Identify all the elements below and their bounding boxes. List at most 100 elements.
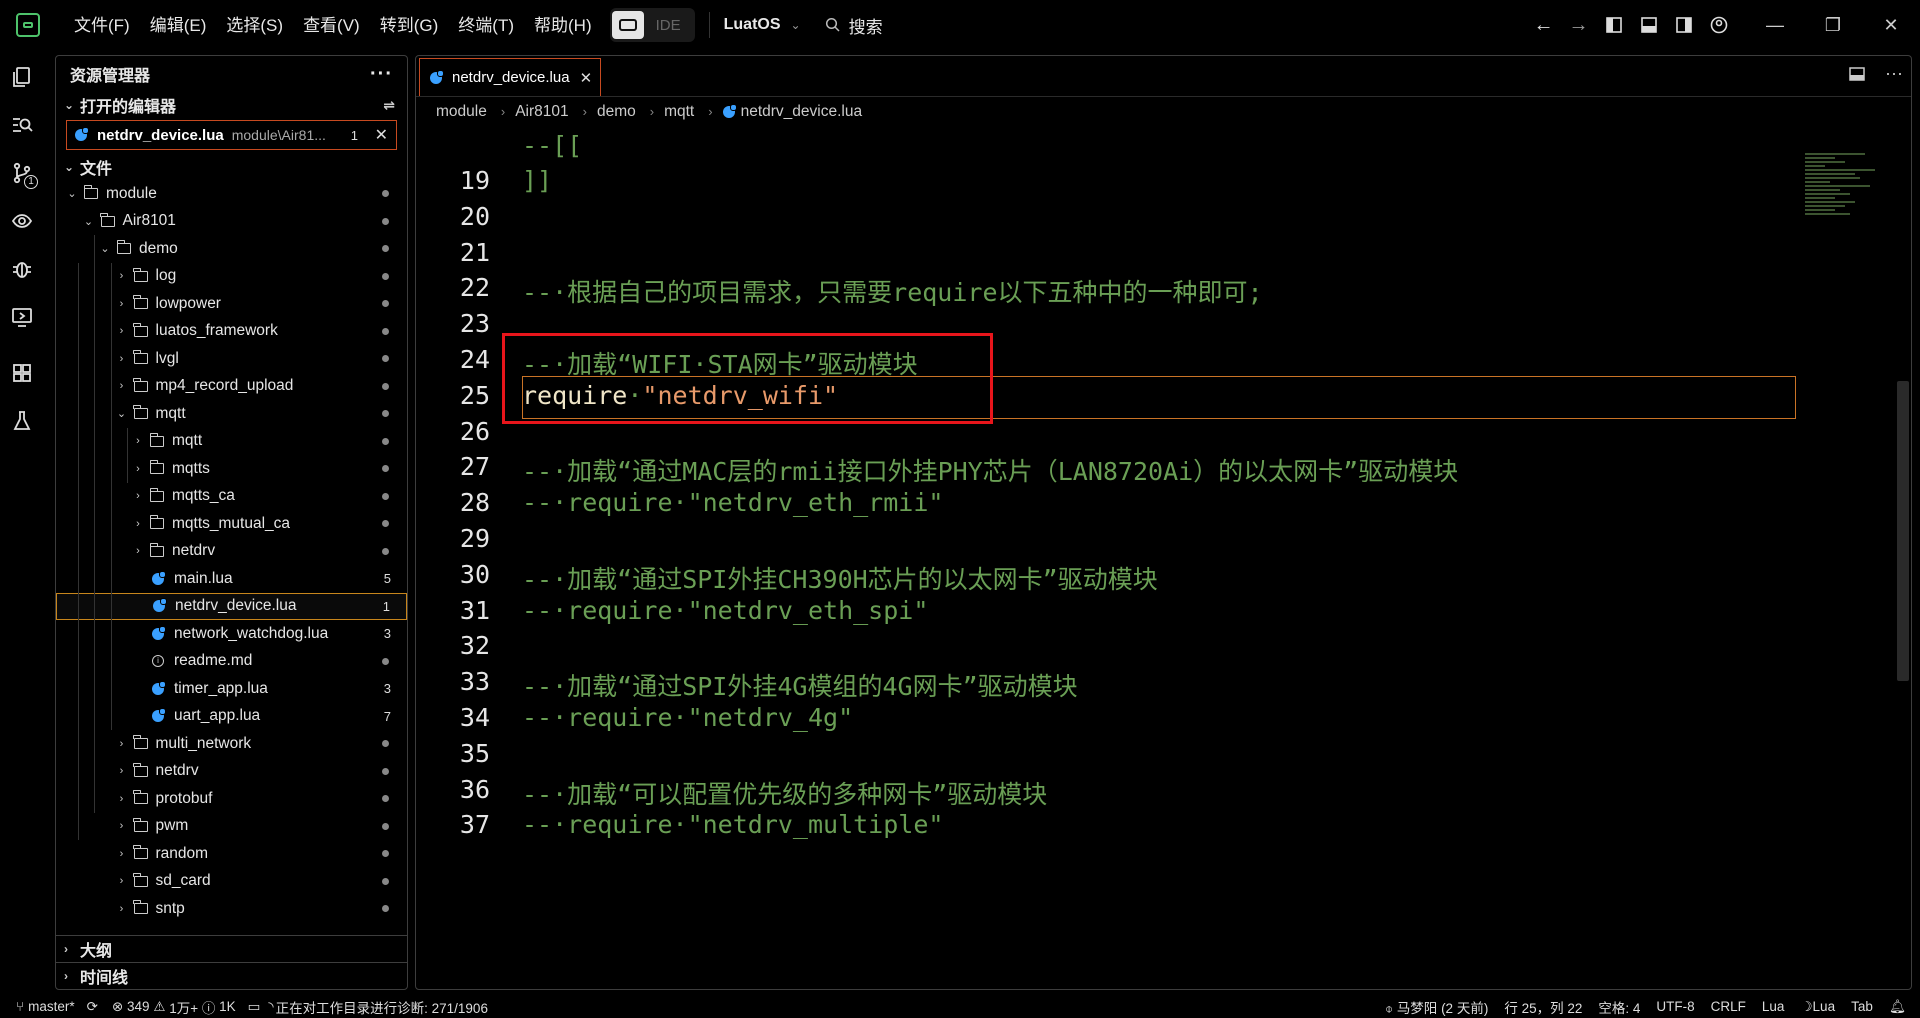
lua-server-item[interactable]: ☽Lua bbox=[1800, 999, 1835, 1015]
toggle-icon[interactable]: ⇌ bbox=[383, 97, 395, 114]
line-number: 20 bbox=[459, 201, 490, 231]
tree-folder[interactable]: ⌄ mqtt bbox=[56, 400, 407, 428]
tree-folder[interactable]: › log bbox=[56, 263, 407, 291]
tree-file[interactable]: timer_app.lua 3 bbox=[56, 675, 407, 703]
toggle-sidebar-icon[interactable] bbox=[1596, 0, 1631, 50]
lua-server-label: Lua bbox=[1812, 998, 1836, 1014]
outline-section[interactable]: › 大纲 bbox=[56, 935, 407, 962]
code-area[interactable]: --[[ 19]] 20 21 22 --·根据自己的项目需求，只需要require以下… bbox=[416, 131, 1796, 989]
folder-icon bbox=[133, 735, 148, 750]
breadcrumb-item[interactable]: Air8101 bbox=[515, 103, 568, 121]
remote-icon[interactable] bbox=[0, 293, 44, 341]
tree-folder[interactable]: › lvgl bbox=[56, 345, 407, 373]
tab-netdrv-device[interactable]: netdrv_device.lua ✕ bbox=[419, 58, 602, 96]
tree-folder[interactable]: › protobuf bbox=[56, 785, 407, 813]
problems-item[interactable]: ⊗ 349 ⚠ 1万+ ⓘ 1K bbox=[112, 997, 236, 1017]
tree-folder[interactable]: › lowpower bbox=[56, 290, 407, 318]
explorer-icon[interactable] bbox=[0, 53, 44, 101]
testing-icon[interactable] bbox=[0, 397, 44, 445]
tree-folder[interactable]: ⌄ demo bbox=[56, 235, 407, 263]
minimap[interactable] bbox=[1805, 151, 1895, 271]
menu-item[interactable]: 帮助(H) bbox=[524, 0, 602, 50]
product-selector[interactable]: LuatOS ⌄ bbox=[724, 16, 801, 34]
search-box[interactable]: 搜索 bbox=[825, 13, 883, 38]
minimize-icon[interactable]: — bbox=[1746, 0, 1804, 50]
breadcrumb-item[interactable]: mqtt bbox=[664, 103, 694, 121]
account-icon[interactable] bbox=[1701, 0, 1736, 50]
tree-folder[interactable]: › mp4_record_upload bbox=[56, 373, 407, 401]
cursor-position[interactable]: 行 25，列 22 bbox=[1504, 997, 1582, 1017]
diagnostics-item[interactable]: ▭ ◝ 正在对工作目录进行诊断: 271/1906 bbox=[248, 997, 488, 1017]
tree-folder[interactable]: › multi_network bbox=[56, 730, 407, 758]
source-control-icon[interactable]: 1 bbox=[0, 149, 44, 197]
ide-mode-icon[interactable] bbox=[611, 11, 644, 39]
tree-folder[interactable]: › pwm bbox=[56, 813, 407, 841]
files-section[interactable]: ⌄ 文件 bbox=[56, 154, 407, 180]
extensions-icon[interactable] bbox=[0, 349, 44, 397]
eye-icon[interactable] bbox=[0, 197, 44, 245]
close-icon[interactable]: ✕ bbox=[375, 125, 388, 145]
tree-folder[interactable]: › netdrv bbox=[56, 758, 407, 786]
indent-setting[interactable]: 空格: 4 bbox=[1598, 997, 1640, 1017]
restore-icon[interactable]: ❐ bbox=[1804, 0, 1862, 50]
breadcrumb-item[interactable]: demo bbox=[597, 103, 636, 121]
tree-folder[interactable]: › random bbox=[56, 840, 407, 868]
chevron-right-icon: › bbox=[119, 847, 124, 860]
forward-arrow-icon[interactable]: → bbox=[1561, 0, 1596, 50]
tree-file[interactable]: main.lua 5 bbox=[56, 565, 407, 593]
search-view-icon[interactable] bbox=[0, 101, 44, 149]
language-mode[interactable]: Lua bbox=[1762, 999, 1785, 1014]
tree-item-label: sntp bbox=[155, 899, 185, 917]
close-tab-icon[interactable]: ✕ bbox=[580, 69, 593, 87]
sync-icon[interactable]: ⟳ bbox=[87, 999, 98, 1015]
back-arrow-icon[interactable]: ← bbox=[1526, 0, 1561, 50]
toggle-panel-icon[interactable] bbox=[1631, 0, 1666, 50]
breadcrumb-item[interactable]: netdrv_device.lua bbox=[741, 103, 863, 121]
tree-file[interactable]: i readme.md bbox=[56, 648, 407, 676]
tree-folder[interactable]: ⌄ module bbox=[56, 180, 407, 208]
menu-item[interactable]: 选择(S) bbox=[216, 0, 293, 50]
lua-file-icon bbox=[152, 680, 166, 695]
close-icon[interactable]: ✕ bbox=[1862, 0, 1920, 50]
tree-folder[interactable]: › luatos_framework bbox=[56, 318, 407, 346]
tree-item-label: lvgl bbox=[155, 349, 179, 367]
tree-file[interactable]: uart_app.lua 7 bbox=[56, 703, 407, 731]
debug-icon[interactable] bbox=[0, 245, 44, 293]
ide-toggle[interactable]: IDE bbox=[609, 8, 695, 42]
tree-folder[interactable]: › mqtt bbox=[56, 428, 407, 456]
menu-item[interactable]: 终端(T) bbox=[448, 0, 524, 50]
ide-label[interactable]: IDE bbox=[644, 17, 693, 34]
timeline-section[interactable]: › 时间线 bbox=[56, 962, 407, 989]
line-ending[interactable]: CRLF bbox=[1711, 999, 1746, 1014]
blame-text: 马梦阳 (2 天前) bbox=[1396, 1000, 1489, 1016]
open-editors-section[interactable]: ⌄ 打开的编辑器 ⇌ bbox=[56, 92, 407, 118]
tree-folder[interactable]: ⌄ Air8101 bbox=[56, 208, 407, 236]
branch-item[interactable]: ⑂ master* bbox=[16, 999, 75, 1014]
more-actions-icon[interactable]: ··· bbox=[1885, 64, 1903, 87]
vertical-scrollbar[interactable] bbox=[1897, 381, 1909, 681]
problem-count: 1 bbox=[350, 127, 358, 143]
split-editor-icon[interactable] bbox=[1849, 66, 1865, 87]
toggle-secondary-sidebar-icon[interactable] bbox=[1666, 0, 1701, 50]
menu-item[interactable]: 编辑(E) bbox=[140, 0, 217, 50]
notifications-icon[interactable]: 🔔︎ bbox=[1889, 999, 1906, 1015]
tree-folder[interactable]: › mqtts bbox=[56, 455, 407, 483]
breadcrumb-item[interactable]: module bbox=[436, 103, 487, 121]
blame-item[interactable]: ⌽ 马梦阳 (2 天前) bbox=[1385, 997, 1488, 1017]
tree-folder[interactable]: › mqtts_mutual_ca bbox=[56, 510, 407, 538]
menu-item[interactable]: 文件(F) bbox=[64, 0, 140, 50]
open-editor-item[interactable]: netdrv_device.lua module\Air81... 1 ✕ bbox=[66, 120, 397, 150]
menu-item[interactable]: 查看(V) bbox=[293, 0, 370, 50]
encoding[interactable]: UTF-8 bbox=[1656, 999, 1694, 1014]
tree-folder[interactable]: › mqtts_ca bbox=[56, 483, 407, 511]
tree-folder[interactable]: › sd_card bbox=[56, 868, 407, 896]
menu-item[interactable]: 转到(G) bbox=[370, 0, 449, 50]
indent-guide bbox=[127, 427, 128, 483]
tree-file[interactable]: network_watchdog.lua 3 bbox=[56, 620, 407, 648]
tree-folder[interactable]: › sntp bbox=[56, 895, 407, 923]
more-actions-icon[interactable]: ··· bbox=[370, 63, 393, 86]
status-dot bbox=[382, 327, 389, 335]
tree-folder[interactable]: › netdrv bbox=[56, 538, 407, 566]
tree-file[interactable]: netdrv_device.lua 1 bbox=[56, 592, 407, 620]
tab-mode[interactable]: Tab bbox=[1851, 999, 1873, 1014]
